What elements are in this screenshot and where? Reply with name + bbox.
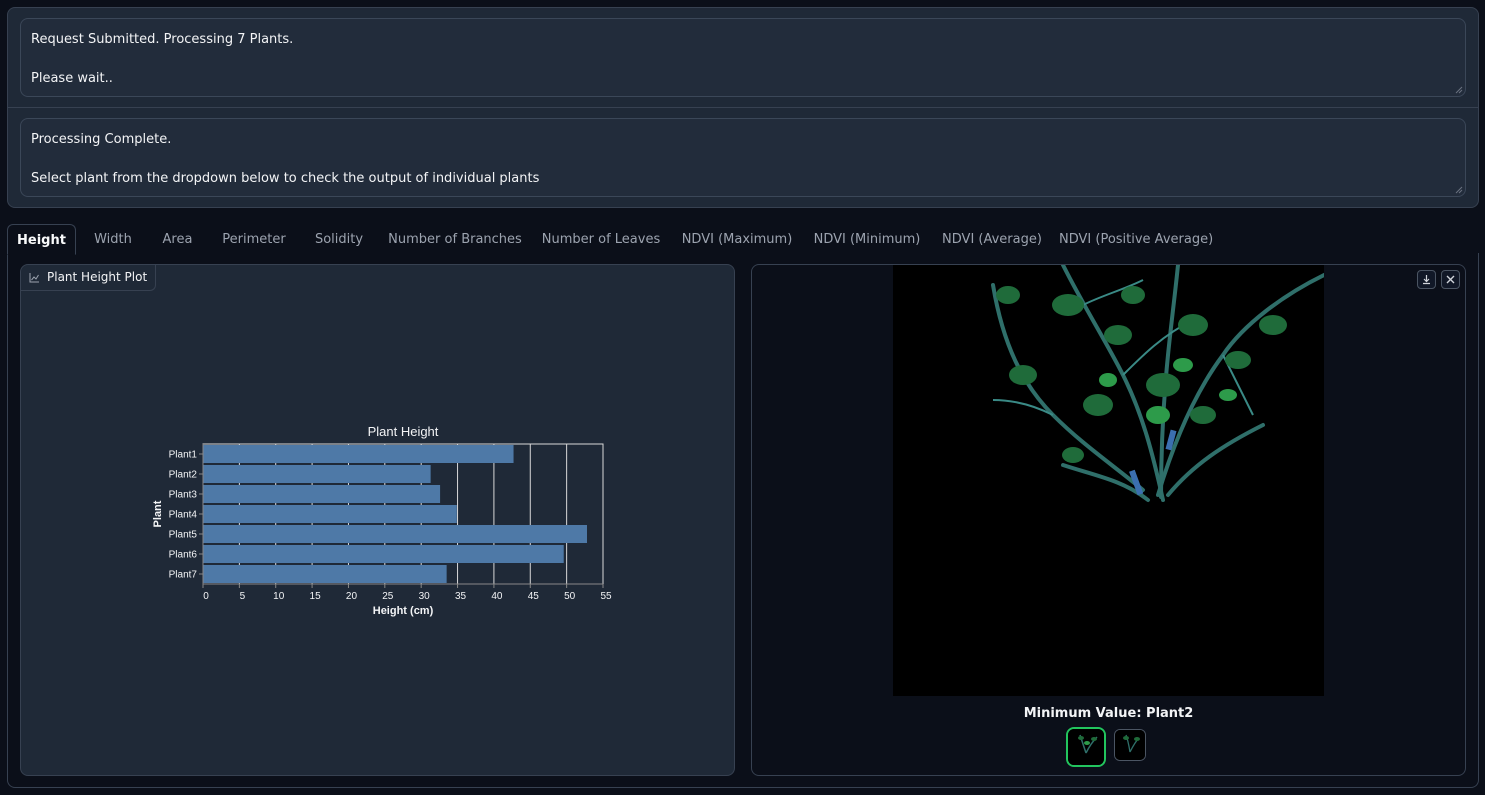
x-tick-label: 25: [382, 591, 394, 602]
tab-ndvi-minimum[interactable]: NDVI (Minimum): [809, 224, 925, 255]
x-tick-label: 0: [203, 591, 209, 602]
plant-image: [893, 265, 1324, 696]
y-tick-label: Plant3: [169, 490, 198, 501]
y-tick-label: Plant4: [169, 510, 198, 521]
x-tick-label: 35: [455, 591, 467, 602]
x-tick-label: 40: [491, 591, 503, 602]
status-line: Please wait..: [31, 71, 113, 86]
tab-ndvi-positive-average[interactable]: NDVI (Positive Average): [1059, 224, 1213, 255]
processing-status-textbox[interactable]: Processing Complete. Select plant from t…: [20, 118, 1466, 197]
x-tick-label: 45: [528, 591, 540, 602]
chart-title: Plant Height: [368, 424, 439, 439]
x-tick-label: 55: [600, 591, 612, 602]
status-line: [31, 50, 1455, 70]
y-tick-label: Plant2: [169, 470, 198, 481]
x-tick-label: 10: [273, 591, 285, 602]
close-icon: [1446, 275, 1455, 284]
resize-handle-icon[interactable]: [1455, 86, 1463, 94]
y-axis-label: Plant: [152, 500, 164, 527]
resize-handle-icon[interactable]: [1455, 186, 1463, 194]
status-panel: Request Submitted. Processing 7 Plants. …: [7, 7, 1479, 208]
bar: [203, 465, 431, 483]
y-tick-label: Plant1: [169, 450, 198, 461]
x-tick-label: 50: [564, 591, 576, 602]
request-status-textbox[interactable]: Request Submitted. Processing 7 Plants. …: [20, 18, 1466, 97]
x-tick-label: 5: [240, 591, 246, 602]
bar: [203, 525, 587, 543]
x-tick-label: 30: [419, 591, 431, 602]
tab-ndvi-average[interactable]: NDVI (Average): [939, 224, 1045, 255]
bar: [203, 445, 514, 463]
tab-number-of-branches[interactable]: Number of Branches: [386, 224, 524, 255]
x-axis-label: Height (cm): [373, 605, 434, 617]
tab-number-of-leaves[interactable]: Number of Leaves: [539, 224, 663, 255]
plant-height-chart: Plant1Plant2Plant3Plant4Plant5Plant6Plan…: [152, 424, 612, 617]
download-icon: [1423, 275, 1430, 285]
tab-width[interactable]: Width: [83, 224, 143, 255]
metric-tabs: Height Width Area Perimeter Solidity Num…: [7, 224, 1479, 255]
gallery-caption: Minimum Value: Plant2: [1023, 706, 1194, 721]
plot-panel: Plant Height Plot Plant1 Plant2 Plant3 Plan…: [20, 264, 735, 776]
x-tick-label: 15: [310, 591, 322, 602]
gallery-thumbnail[interactable]: [1066, 727, 1106, 767]
bar: [203, 485, 441, 503]
plant-thumbnail-image: [1115, 730, 1145, 760]
plant-image-graphic: [893, 265, 1324, 696]
y-tick-label: Plant7: [169, 570, 198, 581]
tab-solidity[interactable]: Solidity: [304, 224, 374, 255]
bar: [203, 505, 457, 523]
image-gallery: Minimum Value: Plant2: [751, 264, 1466, 776]
y-tick-label: Plant6: [169, 550, 198, 561]
download-button[interactable]: [1417, 270, 1436, 289]
tab-height[interactable]: Height: [7, 224, 76, 255]
status-line: [31, 150, 1455, 170]
tab-ndvi-maximum[interactable]: NDVI (Maximum): [677, 224, 797, 255]
status-line: Processing Complete.: [31, 132, 172, 147]
status-line: Select plant from the dropdown below to …: [31, 171, 540, 186]
gallery-thumbnail[interactable]: [1114, 729, 1146, 761]
plant-thumbnail-image: [1068, 729, 1104, 765]
close-button[interactable]: [1441, 270, 1460, 289]
status-line: Request Submitted. Processing 7 Plants.: [31, 32, 294, 47]
x-tick-label: 20: [346, 591, 358, 602]
tab-area[interactable]: Area: [151, 224, 204, 255]
y-tick-label: Plant5: [169, 530, 198, 541]
tab-perimeter[interactable]: Perimeter: [214, 224, 294, 255]
bar: [203, 565, 447, 583]
bar: [203, 545, 564, 563]
divider: [8, 107, 1478, 108]
